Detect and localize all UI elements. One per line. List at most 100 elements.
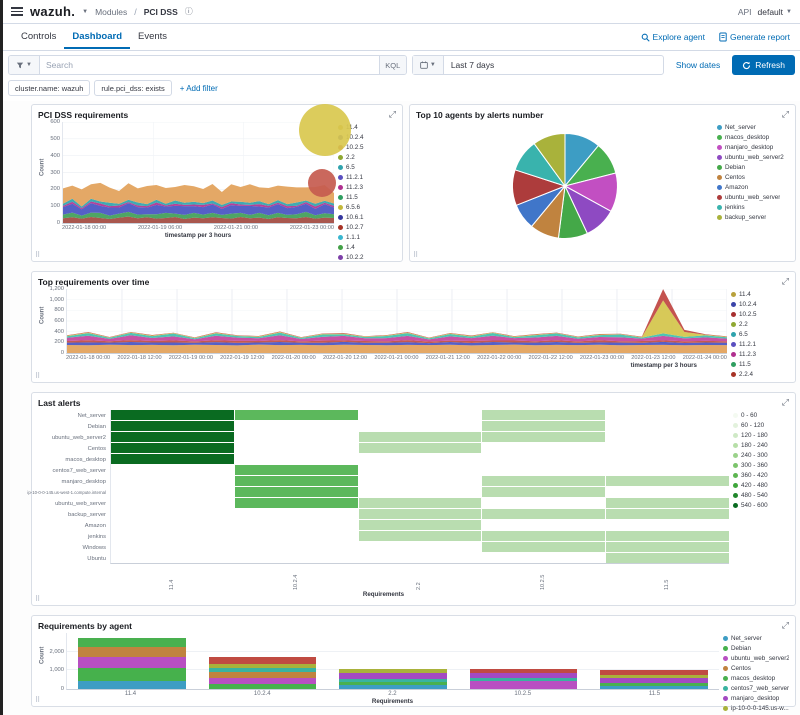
menu-icon[interactable] [11,7,23,16]
legend-item[interactable]: 300 - 360 [733,460,789,470]
expand-icon[interactable]: ⤢ [782,398,789,407]
heatmap-cell[interactable] [111,487,234,497]
heatmap-last-alerts[interactable]: Net_server Debian ubuntu_web_server2 Centos… [27,410,729,598]
heatmap-cell[interactable] [111,410,234,420]
heatmap-cell[interactable] [606,498,729,508]
heatmap-cell[interactable] [234,553,358,563]
heatmap-cell[interactable] [111,498,234,508]
heatmap-cell[interactable] [358,487,482,497]
show-dates-link[interactable]: Show dates [669,60,727,70]
panel-drag-handle[interactable]: ⠿ [35,696,40,704]
generate-report-button[interactable]: Generate report [719,32,790,42]
chevron-down-icon[interactable]: ▼ [82,9,88,15]
heatmap-cell[interactable] [111,454,234,464]
legend-item[interactable]: 11.4 [731,289,789,299]
heatmap-cell[interactable] [482,487,606,497]
legend-item[interactable]: centos7_web_server [723,683,789,693]
heatmap-cell[interactable] [482,443,606,453]
heatmap-cell[interactable] [606,443,729,453]
heatmap-cell[interactable] [358,531,482,541]
bar-segment[interactable] [469,680,578,689]
heatmap-cell[interactable] [234,443,358,453]
heatmap-cell[interactable] [358,498,482,508]
legend-item[interactable]: ubuntu_web_server2 [717,152,789,162]
heatmap-cell[interactable] [606,542,729,552]
legend-item[interactable]: ubuntu_web_server2 [723,653,789,663]
heatmap-cell[interactable] [482,476,606,486]
legend-item[interactable]: 540 - 600 [733,500,789,510]
bar-chart-requirements-by-agent[interactable] [66,633,719,690]
heatmap-cell[interactable] [234,476,358,486]
legend-item[interactable]: backup_server [717,212,789,222]
legend-item[interactable]: 1.1.1 [338,232,396,242]
heatmap-cell[interactable] [111,509,234,519]
heatmap-cell[interactable] [234,520,358,530]
legend-item[interactable]: 11.5 [731,359,789,369]
panel-drag-handle[interactable]: ⠿ [35,595,40,603]
api-selector[interactable]: default ▼ [758,7,792,17]
heatmap-cell[interactable] [482,454,606,464]
bar-segment[interactable] [339,685,447,689]
legend-item[interactable]: 60 - 120 [733,420,789,430]
heatmap-cell[interactable] [358,443,482,453]
legend-item[interactable]: manjaro_desktop [723,693,789,703]
heatmap-cell[interactable] [234,454,358,464]
heatmap-cell[interactable] [482,531,606,541]
legend-item[interactable]: 180 - 240 [733,440,789,450]
legend-item[interactable]: 2.2.4 [731,369,789,379]
heatmap-cell[interactable] [606,553,729,563]
expand-icon[interactable]: ⤢ [782,277,789,286]
heatmap-cell[interactable] [358,465,482,475]
heatmap-cell[interactable] [482,553,606,563]
tab-dashboard[interactable]: Dashboard [64,25,130,49]
bar-segment[interactable] [78,680,186,689]
heatmap-cell[interactable] [111,520,234,530]
legend-item[interactable]: 10.2.5 [731,309,789,319]
tab-controls[interactable]: Controls [13,25,64,49]
heatmap-cell[interactable] [234,410,358,420]
legend-item[interactable]: 420 - 480 [733,480,789,490]
heatmap-cell[interactable] [606,454,729,464]
legend-item[interactable]: Debian [717,162,789,172]
heatmap-cell[interactable] [111,553,234,563]
calendar-button[interactable]: ▼ [412,56,444,74]
refresh-button[interactable]: Refresh [732,55,795,75]
heatmap-cell[interactable] [111,542,234,552]
legend-item[interactable]: 120 - 180 [733,430,789,440]
heatmap-cell[interactable] [606,509,729,519]
heatmap-cell[interactable] [606,487,729,497]
panel-drag-handle[interactable]: ⠿ [35,372,40,380]
heatmap-cell[interactable] [234,531,358,541]
heatmap-cell[interactable] [606,410,729,420]
expand-icon[interactable]: ⤢ [782,110,789,119]
heatmap-cell[interactable] [482,520,606,530]
legend-item[interactable]: ip-10-0-0-145.us-w... [723,703,789,713]
legend-item[interactable]: 11.5 [338,192,396,202]
heatmap-cell[interactable] [482,509,606,519]
heatmap-cell[interactable] [234,432,358,442]
bar-segment[interactable] [599,686,708,689]
legend-item[interactable]: 11.2.3 [338,182,396,192]
heatmap-cell[interactable] [111,531,234,541]
panel-drag-handle[interactable]: ⠿ [35,251,40,259]
heatmap-cell[interactable] [358,509,482,519]
area-chart-pci-requirements[interactable] [62,103,351,224]
heatmap-cell[interactable] [111,443,234,453]
legend-item[interactable]: 480 - 540 [733,490,789,500]
legend-item[interactable]: macos_desktop [723,673,789,683]
heatmap-cell[interactable] [234,498,358,508]
legend-item[interactable]: 1.4 [338,242,396,252]
date-range-value[interactable]: Last 7 days [444,60,663,70]
heatmap-cell[interactable] [111,476,234,486]
stacked-bar[interactable] [208,657,317,689]
heatmap-cell[interactable] [234,465,358,475]
legend-item[interactable]: 10.2.7 [338,222,396,232]
heatmap-cell[interactable] [606,531,729,541]
explore-agent-button[interactable]: Explore agent [641,32,705,42]
kql-toggle[interactable]: KQL [378,56,406,74]
legend-item[interactable]: Debian [723,643,789,653]
bar-segment[interactable] [78,657,186,669]
legend-item[interactable]: Amazon [717,182,789,192]
legend-item[interactable]: 11.2.1 [338,172,396,182]
heatmap-cell[interactable] [482,421,606,431]
